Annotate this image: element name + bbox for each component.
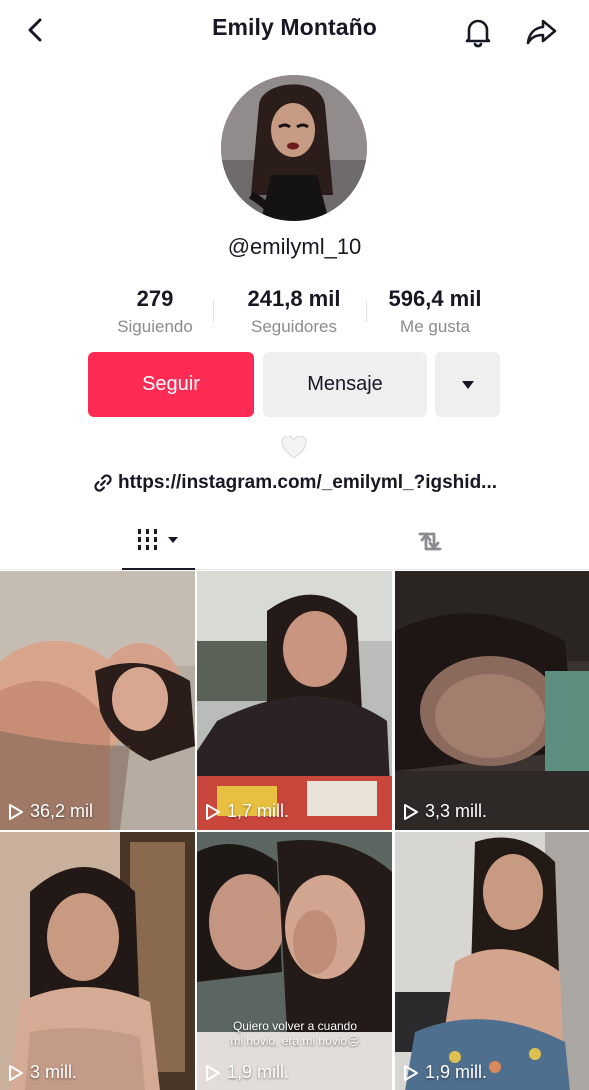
- thumbnail-image: [0, 571, 195, 830]
- stat-value: 241,8 mil: [247, 286, 341, 311]
- video-thumbnail[interactable]: 3 mill.: [0, 832, 195, 1090]
- view-count: 36,2 mil: [8, 801, 93, 822]
- tab-reposts[interactable]: [394, 512, 467, 570]
- repost-icon: [418, 532, 442, 551]
- view-count-text: 3 mill.: [30, 1062, 78, 1082]
- video-thumbnail[interactable]: 3,3 mill.: [395, 571, 589, 830]
- page-title: Emily Montaño: [212, 14, 377, 40]
- view-count-text: 36,2 mil: [30, 801, 94, 821]
- view-count-text: 1,9 mill.: [425, 1062, 488, 1082]
- share-arrow-icon[interactable]: [522, 12, 562, 52]
- thumbnail-image: [0, 832, 195, 1090]
- view-count-text: 3,3 mill.: [425, 801, 488, 821]
- bio-link[interactable]: https://instagram.com/_emilyml_?igshid..…: [0, 472, 589, 494]
- play-icon: [404, 1064, 418, 1081]
- message-button[interactable]: Mensaje: [263, 352, 427, 417]
- profile-tabs: [0, 512, 589, 570]
- stat-following[interactable]: 279 Siguiendo: [96, 286, 214, 340]
- video-thumbnail[interactable]: 36,2 mil: [0, 571, 195, 830]
- thumbnail-image: [395, 832, 589, 1090]
- stat-likes[interactable]: 596,4 mil Me gusta: [372, 286, 498, 340]
- grid-bars-icon: [138, 529, 178, 550]
- thumbnail-image: [395, 571, 589, 830]
- view-count: 1,9 mill.: [403, 1062, 487, 1083]
- bell-icon[interactable]: [458, 12, 498, 52]
- view-count: 3 mill.: [8, 1062, 77, 1083]
- video-thumbnail[interactable]: Quiero volver a cuando mi novio, era mi …: [197, 832, 392, 1090]
- more-options-button[interactable]: [435, 352, 500, 417]
- white-heart-icon: [281, 436, 307, 459]
- stat-label: Me gusta: [400, 317, 470, 336]
- view-count: 3,3 mill.: [403, 801, 487, 822]
- video-thumbnail[interactable]: 1,9 mill.: [395, 832, 589, 1090]
- thumbnail-image: [197, 571, 392, 830]
- view-count: 1,9 mill.: [205, 1062, 289, 1083]
- follow-button[interactable]: Seguir: [88, 352, 254, 417]
- video-caption: Quiero volver a cuando mi novio, era mi …: [230, 1019, 360, 1048]
- avatar-image: [221, 75, 367, 221]
- username: @emilyml_10: [227, 234, 362, 259]
- profile-stats: 279 Siguiendo 241,8 mil Seguidores 596,4…: [96, 286, 500, 342]
- play-icon: [206, 1064, 220, 1081]
- stat-label: Seguidores: [250, 317, 337, 336]
- bio-link-text: https://instagram.com/_emilyml_?igshid..…: [117, 472, 498, 493]
- top-bar: Emily Montaño: [0, 0, 589, 62]
- stat-followers[interactable]: 241,8 mil Seguidores: [231, 286, 357, 340]
- stat-divider: [213, 300, 214, 322]
- play-icon: [9, 803, 23, 820]
- view-count-text: 1,9 mill.: [227, 1062, 290, 1082]
- thumbnail-image: [197, 832, 392, 1090]
- play-icon: [9, 1064, 23, 1081]
- view-count-text: 1,7 mill.: [227, 801, 290, 821]
- avatar[interactable]: [221, 75, 367, 221]
- stat-label: Siguiendo: [117, 317, 193, 336]
- link-icon: [94, 474, 112, 492]
- stat-value: 279: [136, 286, 174, 311]
- play-icon: [206, 803, 220, 820]
- view-count: 1,7 mill.: [205, 801, 289, 822]
- video-grid: 36,2 mil 1,7 mill. 3,3 mill. 3 mill. Qui…: [0, 571, 589, 1090]
- tab-videos[interactable]: [122, 512, 195, 570]
- play-icon: [404, 803, 418, 820]
- stat-value: 596,4 mil: [388, 286, 482, 311]
- stat-divider: [366, 300, 367, 322]
- caret-down-icon: [461, 380, 474, 389]
- video-thumbnail[interactable]: 1,7 mill.: [197, 571, 392, 830]
